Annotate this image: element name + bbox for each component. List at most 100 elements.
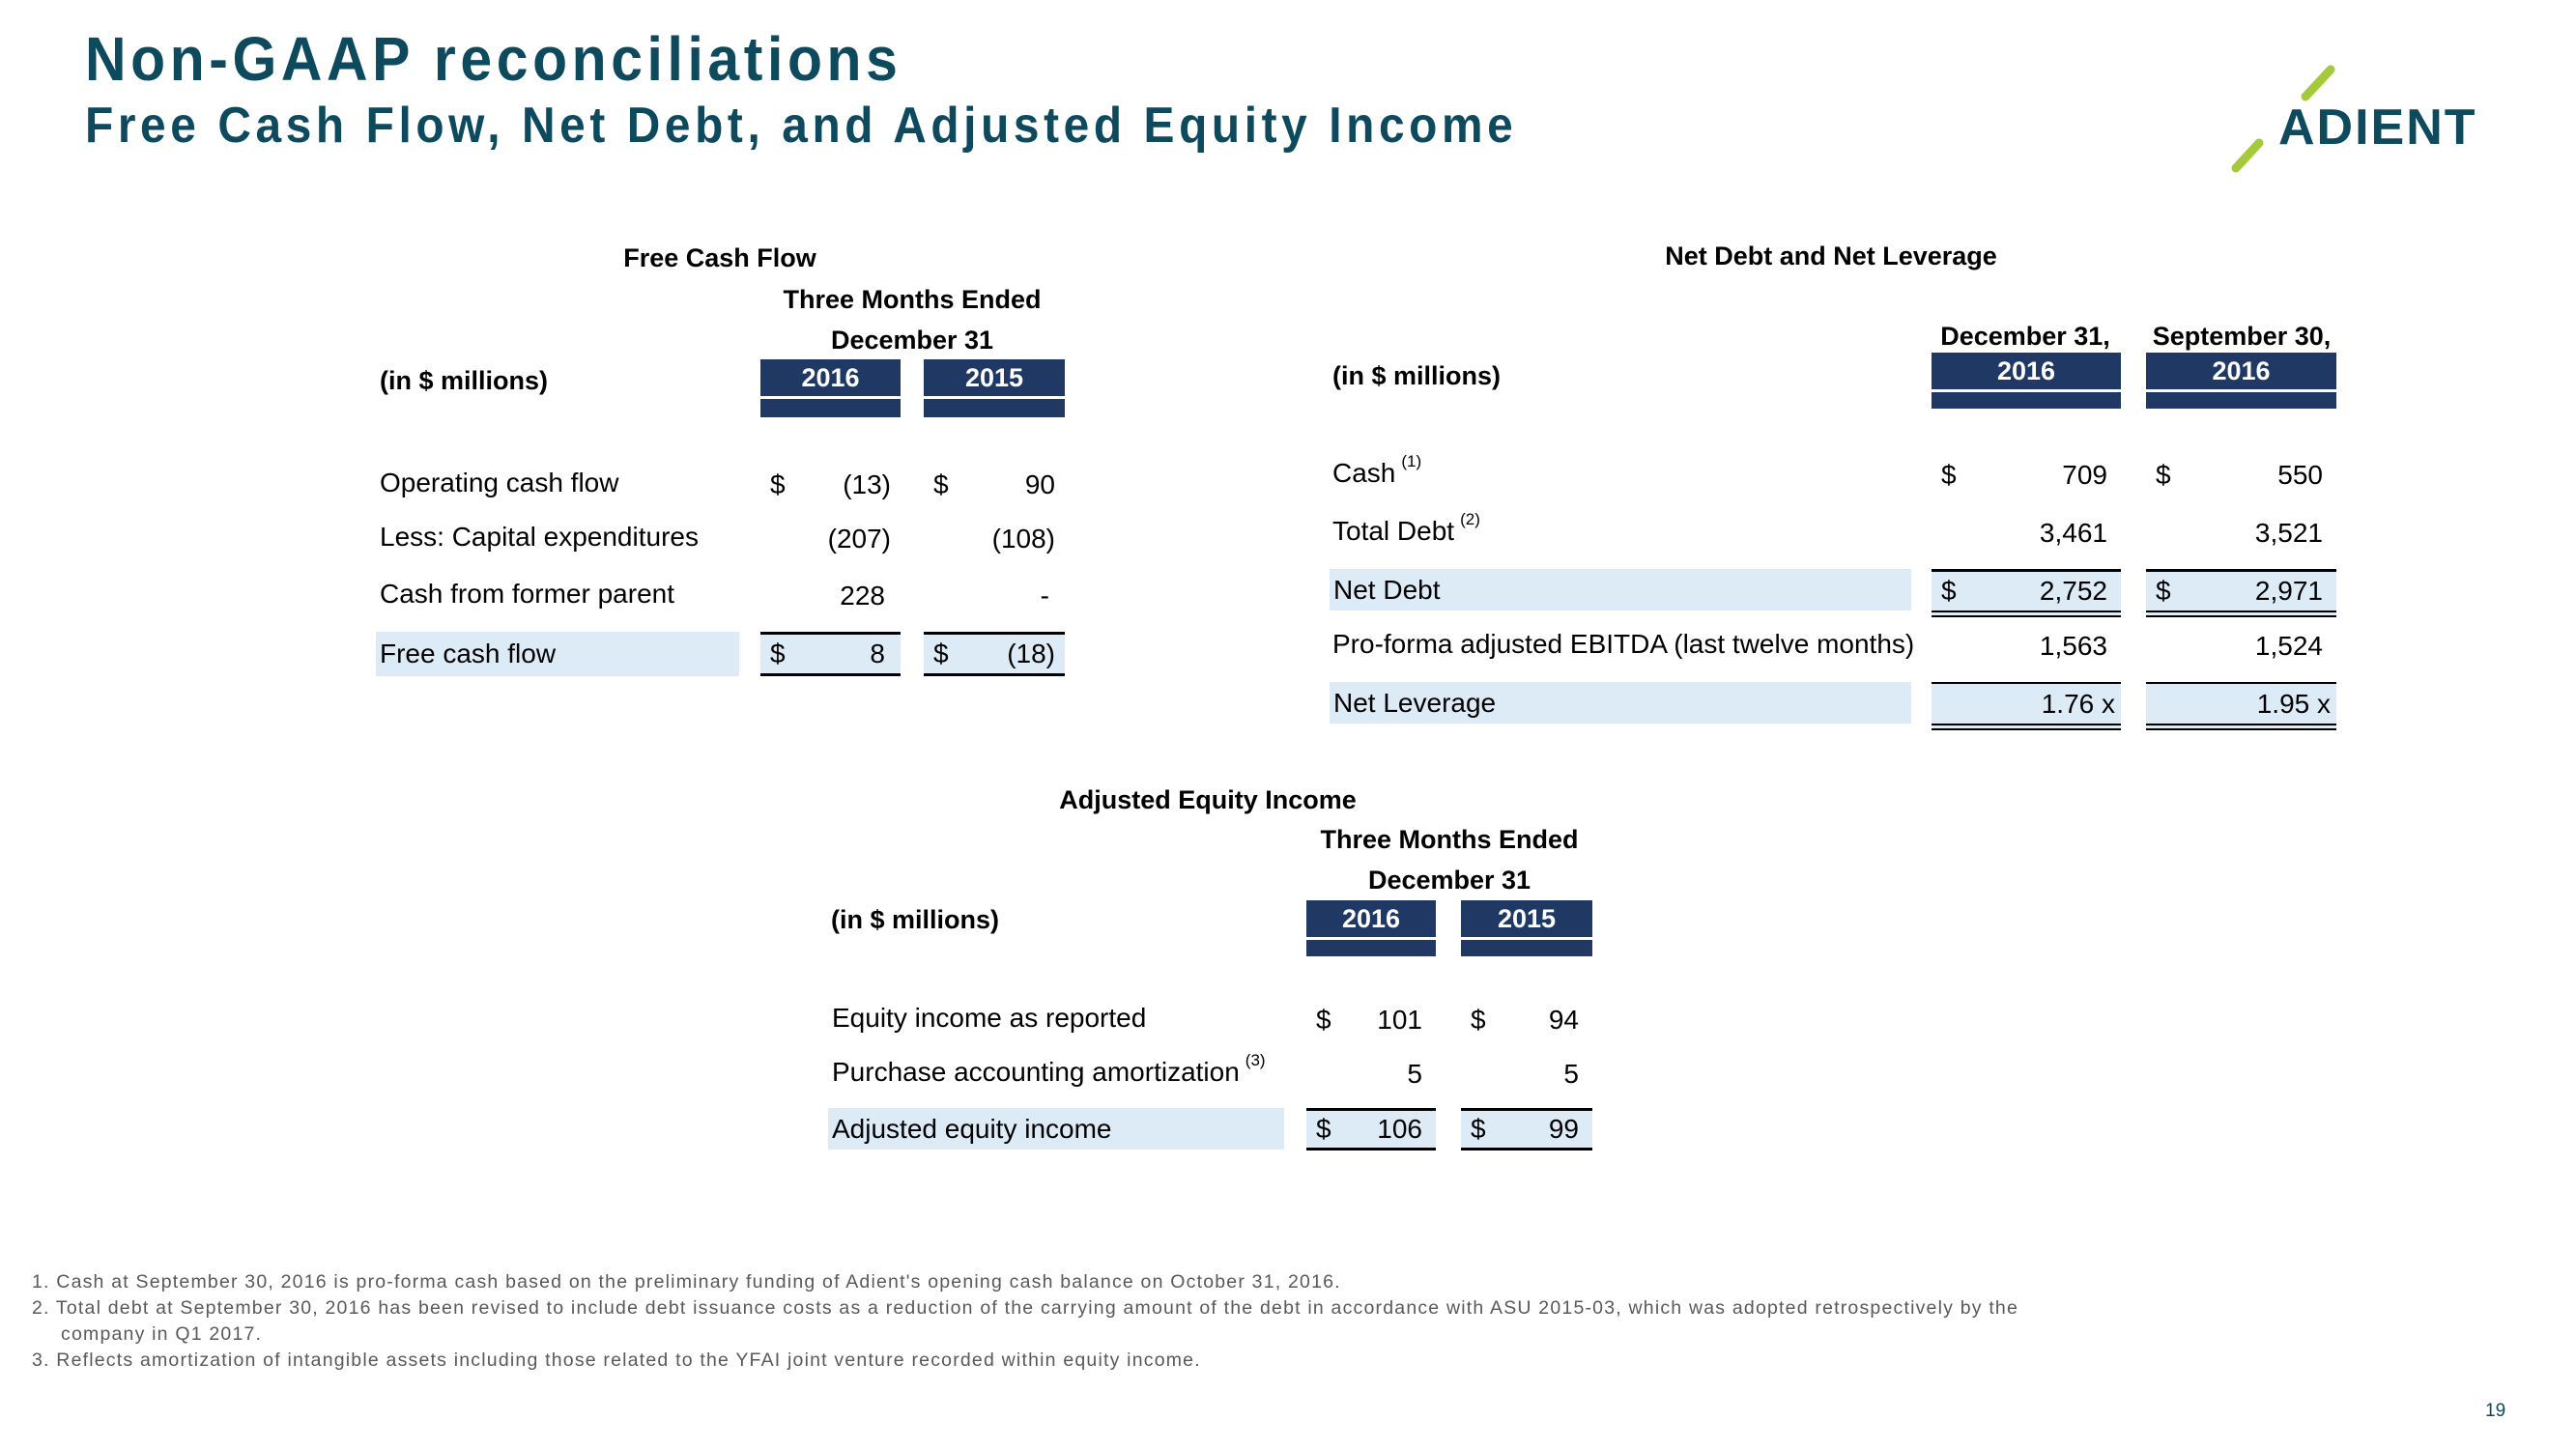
- net-debt-total-cell: $ 2,971: [2146, 569, 2336, 617]
- net-debt-value: 3,521: [2254, 518, 2323, 548]
- net-debt-cell: 3,521: [2146, 516, 2336, 551]
- net-debt-col1-band: [1932, 392, 2121, 409]
- fcf-period-line1: Three Months Ended: [783, 285, 1042, 314]
- currency-symbol: $: [1941, 576, 1957, 606]
- aei-units: (in $ millions): [831, 905, 1000, 934]
- fcf-total-cell: $ 8: [760, 632, 901, 676]
- currency-symbol: $: [770, 469, 786, 499]
- aei-total-cell: $ 99: [1461, 1108, 1592, 1151]
- net-debt-cell: $ 550: [2146, 458, 2336, 493]
- net-debt-value: 2,752: [2039, 576, 2107, 606]
- net-debt-cell: 3,461: [1932, 516, 2121, 551]
- fcf-value: (108): [991, 524, 1055, 554]
- fcf-row-label: Less: Capital expenditures: [380, 522, 699, 552]
- fcf-col-2016-band: [760, 399, 901, 417]
- fcf-cell: -: [924, 579, 1065, 613]
- footnote-1: 1. Cash at September 30, 2016 is pro-for…: [32, 1271, 1341, 1293]
- fcf-period-line2: December 31: [830, 326, 994, 355]
- fcf-value: 90: [1024, 469, 1055, 499]
- net-debt-row-label: Cash (1): [1332, 452, 1421, 489]
- currency-symbol: $: [770, 639, 786, 668]
- fcf-cell: $ (13): [760, 468, 901, 502]
- net-leverage-cell: 1.76 x: [1932, 682, 2121, 730]
- aei-period-line1: Three Months Ended: [1320, 825, 1579, 854]
- page-title: Non-GAAP reconciliations: [85, 24, 902, 94]
- fcf-title: Free Cash Flow: [623, 243, 816, 272]
- net-debt-col1-date: December 31,: [1940, 322, 2110, 351]
- net-debt-cell: $ 709: [1932, 458, 2121, 493]
- aei-value: 106: [1377, 1114, 1422, 1144]
- net-debt-cell: 1,524: [2146, 629, 2336, 664]
- net-debt-title: Net Debt and Net Leverage: [1665, 242, 1997, 270]
- net-debt-col2-date: September 30,: [2152, 322, 2332, 351]
- net-debt-row-label: Total Debt (2): [1332, 510, 1480, 547]
- aei-col-2015: 2015: [1461, 900, 1592, 937]
- currency-symbol: $: [1941, 460, 1957, 490]
- logo-text: ADIENT: [2278, 99, 2477, 156]
- net-debt-value: 1,524: [2254, 631, 2323, 661]
- fcf-value: 228: [840, 581, 885, 611]
- fcf-total-label: Free cash flow: [376, 632, 739, 676]
- net-debt-value: 2,971: [2254, 576, 2323, 606]
- currency-symbol: $: [933, 639, 949, 668]
- currency-symbol: $: [1316, 1005, 1331, 1035]
- aei-value: 99: [1548, 1114, 1579, 1144]
- net-leverage-value: 1.76 x: [2041, 688, 2115, 719]
- aei-cell: 5: [1461, 1057, 1592, 1092]
- currency-symbol: $: [1316, 1114, 1331, 1144]
- footnote-ref: (3): [1245, 1051, 1266, 1069]
- fcf-cell: 228: [760, 579, 901, 613]
- fcf-row-label: Cash from former parent: [380, 579, 674, 609]
- currency-symbol: $: [1471, 1114, 1486, 1144]
- net-leverage-cell: 1.95 x: [2146, 682, 2336, 730]
- fcf-value: 8: [870, 639, 885, 668]
- net-leverage-label: Net Leverage: [1330, 682, 1911, 724]
- aei-title: Adjusted Equity Income: [1059, 785, 1357, 814]
- net-debt-value: 1,563: [2039, 631, 2107, 661]
- net-leverage-value: 1.95 x: [2256, 688, 2331, 719]
- net-debt-col2-year: 2016: [2146, 353, 2336, 389]
- fcf-row-label: Operating cash flow: [380, 468, 619, 497]
- aei-cell: $ 94: [1461, 1003, 1592, 1037]
- aei-col-2016-band: [1306, 940, 1436, 956]
- aei-row-label: Purchase accounting amortization (3): [832, 1051, 1266, 1088]
- fcf-col-2016: 2016: [760, 359, 901, 396]
- net-debt-value: 3,461: [2039, 518, 2107, 548]
- aei-value: 5: [1563, 1059, 1579, 1089]
- aei-total-cell: $ 106: [1306, 1108, 1436, 1151]
- fcf-col-2015-band: [924, 399, 1065, 417]
- page-subtitle: Free Cash Flow, Net Debt, and Adjusted E…: [85, 98, 1518, 154]
- aei-cell: $ 101: [1306, 1003, 1436, 1037]
- aei-value: 101: [1377, 1005, 1422, 1035]
- net-debt-total-cell: $ 2,752: [1932, 569, 2121, 617]
- aei-value: 94: [1548, 1005, 1579, 1035]
- fcf-cell: (207): [760, 522, 901, 556]
- footnote-ref: (1): [1401, 452, 1422, 470]
- adient-logo-icon: ADIENT: [2231, 65, 2477, 173]
- fcf-value: (13): [843, 469, 891, 499]
- footnote-2-cont: company in Q1 2017.: [61, 1323, 263, 1345]
- aei-col-2015-band: [1461, 940, 1592, 956]
- fcf-value: -: [1040, 581, 1049, 611]
- net-debt-value: 550: [2277, 460, 2323, 490]
- footnote-ref: (2): [1460, 510, 1480, 528]
- fcf-total-cell: $ (18): [924, 632, 1065, 676]
- currency-symbol: $: [2156, 460, 2171, 490]
- aei-col-2016: 2016: [1306, 900, 1436, 937]
- currency-symbol: $: [933, 469, 949, 499]
- adient-logo: ADIENT: [2222, 62, 2512, 183]
- net-debt-cell: 1,563: [1932, 629, 2121, 664]
- net-debt-col1-year: 2016: [1932, 353, 2121, 389]
- fcf-cell: (108): [924, 522, 1065, 556]
- footnote-2: 2. Total debt at September 30, 2016 has …: [32, 1297, 2019, 1319]
- footnote-3: 3. Reflects amortization of intangible a…: [32, 1350, 1201, 1371]
- fcf-value: (18): [1007, 639, 1055, 668]
- row-label-text: Total Debt: [1332, 516, 1455, 546]
- row-label-text: Cash: [1332, 458, 1396, 488]
- net-debt-value: 709: [2062, 460, 2107, 490]
- aei-total-label: Adjusted equity income: [828, 1108, 1284, 1150]
- aei-value: 5: [1407, 1059, 1422, 1089]
- currency-symbol: $: [2156, 576, 2171, 606]
- aei-cell: 5: [1306, 1057, 1436, 1092]
- fcf-units: (in $ millions): [380, 366, 549, 395]
